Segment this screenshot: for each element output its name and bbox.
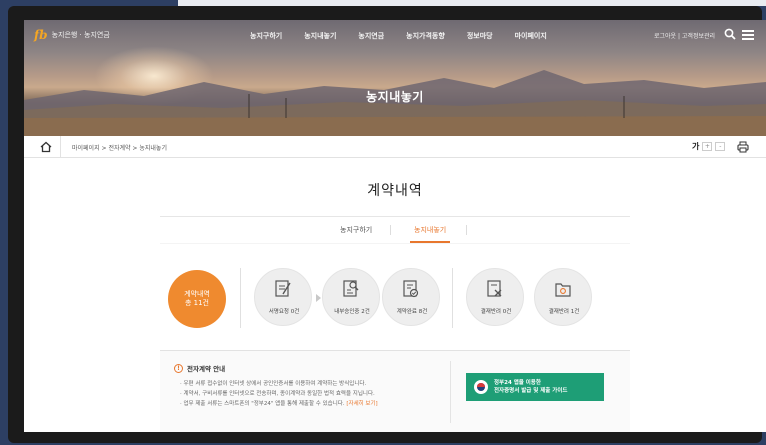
guide-text: · 우편 서류 접수없이 인터넷 상에서 공인인증서를 이용하여 계약하는 방식… — [180, 379, 378, 409]
tab-find-farmland[interactable]: 농지구하기 — [340, 225, 372, 235]
gov24-button-text: 정부24 앱을 이용한 전자증명서 발급 및 제출 가이드 — [494, 379, 567, 395]
font-size-control: 가 + - — [692, 141, 726, 152]
contract-status-row: 계약내역 총 11건 서명요청 0건 내부승인중 2건 계약완료 8건 결재반려… — [24, 264, 766, 334]
site-logo[interactable]: fb 농지은행 · 농지연금 — [34, 28, 110, 42]
font-size-label: 가 — [692, 142, 700, 151]
document-search-icon — [343, 280, 359, 297]
tab-divider — [390, 225, 391, 235]
menu-item-info[interactable]: 정보마당 — [467, 31, 493, 41]
gov24-guide-button[interactable]: 정부24 앱을 이용한 전자증명서 발급 및 제출 가이드 — [466, 373, 604, 401]
gov24-button-line1: 정부24 앱을 이용한 — [494, 380, 541, 386]
guide-title: 전자계약 안내 — [187, 365, 226, 373]
page-title: 계약내역 — [367, 183, 423, 199]
hero-banner: fb 농지은행 · 농지연금 농지구하기 농지내놓기 농지연금 농지가격동향 정… — [24, 20, 766, 136]
active-tab-indicator — [410, 241, 450, 243]
status-label: 서명요청 0건 — [268, 309, 300, 315]
guide-header: ! 전자계약 안내 — [174, 363, 225, 373]
total-contracts-badge[interactable]: 계약내역 총 11건 — [168, 270, 226, 328]
status-internal-approval[interactable]: 내부승인중 2건 — [322, 268, 380, 326]
font-increase-button[interactable]: + — [702, 142, 713, 151]
more-details-link[interactable]: [자세히 보기] — [346, 401, 377, 407]
status-label: 결재반려 1건 — [548, 309, 580, 315]
tab-list-farmland[interactable]: 농지내놓기 — [414, 225, 446, 235]
menu-item-list-farmland[interactable]: 농지내놓기 — [304, 31, 336, 41]
status-divider — [452, 268, 453, 328]
hamburger-icon[interactable] — [742, 30, 754, 40]
status-contract-complete[interactable]: 계약완료 8건 — [382, 268, 440, 326]
info-icon: ! — [174, 363, 183, 373]
browser-screen: fb 농지은행 · 농지연금 농지구하기 농지내놓기 농지연금 농지가격동향 정… — [24, 20, 766, 432]
document-reject-icon — [487, 280, 502, 297]
gov24-button-line2: 전자증명서 발급 및 제출 가이드 — [494, 388, 568, 394]
breadcrumb-bar: 마이페이지 > 전자계약 > 농지내놓기 가 + - — [24, 136, 766, 158]
home-icon[interactable] — [39, 140, 53, 154]
guide-line: · 계약서, 구비서류를 인터넷으로 전송하며, 종이계약과 동일한 법적 효력… — [180, 391, 375, 397]
menu-item-mypage[interactable]: 마이페이지 — [515, 31, 547, 41]
font-decrease-button[interactable]: - — [715, 142, 726, 151]
e-contract-guide: ! 전자계약 안내 · 우편 서류 접수없이 인터넷 상에서 공인인증서를 이용… — [160, 350, 630, 432]
guide-divider — [450, 361, 451, 423]
status-approval-rejected[interactable]: 결재반려 0건 — [466, 268, 524, 326]
status-sign-requested[interactable]: 서명요청 0건 — [254, 268, 312, 326]
gov24-logo-icon — [474, 380, 488, 394]
menu-item-price-trend[interactable]: 농지가격동향 — [406, 31, 445, 41]
top-navbar: fb 농지은행 · 농지연금 농지구하기 농지내놓기 농지연금 농지가격동향 정… — [24, 20, 766, 50]
guide-line: · 업무 제출 서류는 스마트폰의 "정부24" 앱을 통해 제출할 수 있습니… — [180, 401, 345, 407]
guide-line-last: · 업무 제출 서류는 스마트폰의 "정부24" 앱을 통해 제출할 수 있습니… — [180, 399, 378, 409]
flow-arrow — [316, 294, 321, 302]
menu-item-farmland-pension[interactable]: 농지연금 — [358, 31, 384, 41]
status-divider — [240, 268, 241, 328]
total-label: 계약내역 — [184, 289, 210, 298]
print-icon[interactable] — [736, 140, 750, 154]
total-count: 총 11건 — [184, 299, 209, 307]
status-approval-rejected-2[interactable]: 결재반려 1건 — [534, 268, 592, 326]
contract-tabs: 농지구하기 농지내놓기 — [160, 216, 630, 244]
status-label: 계약완료 8건 — [396, 309, 428, 315]
status-label: 결재반려 0건 — [480, 309, 512, 315]
main-menu: 농지구하기 농지내놓기 농지연금 농지가격동향 정보마당 마이페이지 — [250, 31, 569, 41]
document-sign-icon — [275, 280, 291, 297]
menu-item-find-farmland[interactable]: 농지구하기 — [250, 31, 282, 41]
document-check-icon — [403, 280, 419, 298]
logo-mark: fb — [34, 28, 48, 42]
folder-icon — [555, 283, 571, 297]
breadcrumb-divider — [60, 136, 61, 158]
tab-divider — [466, 225, 467, 235]
breadcrumb[interactable]: 마이페이지 > 전자계약 > 농지내놓기 — [72, 143, 167, 152]
guide-line: · 우편 서류 접수없이 인터넷 상에서 공인인증서를 이용하여 계약하는 방식… — [180, 381, 367, 387]
logo-text: 농지은행 · 농지연금 — [51, 31, 110, 39]
search-icon[interactable] — [724, 28, 736, 40]
util-links[interactable]: 로그아웃 | 고객정보관리 — [654, 31, 715, 40]
hero-title: 농지내놓기 — [366, 90, 424, 104]
